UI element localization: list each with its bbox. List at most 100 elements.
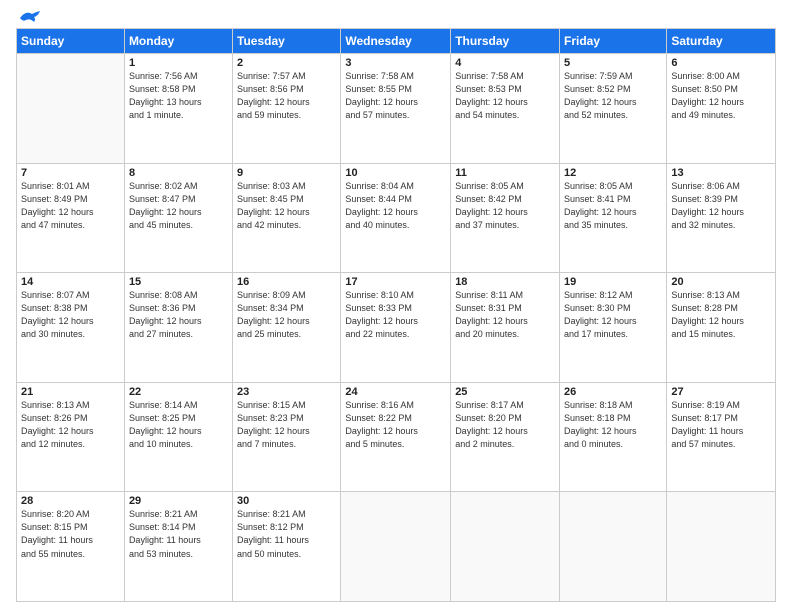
day-number: 18: [455, 276, 555, 288]
day-number: 3: [345, 57, 446, 69]
day-cell: 5Sunrise: 7:59 AM Sunset: 8:52 PM Daylig…: [560, 54, 667, 164]
day-info: Sunrise: 8:08 AM Sunset: 8:36 PM Dayligh…: [129, 289, 228, 341]
day-info: Sunrise: 8:01 AM Sunset: 8:49 PM Dayligh…: [21, 180, 120, 232]
day-cell: 2Sunrise: 7:57 AM Sunset: 8:56 PM Daylig…: [233, 54, 341, 164]
day-info: Sunrise: 8:06 AM Sunset: 8:39 PM Dayligh…: [671, 180, 771, 232]
day-cell: 16Sunrise: 8:09 AM Sunset: 8:34 PM Dayli…: [233, 273, 341, 383]
day-cell: 13Sunrise: 8:06 AM Sunset: 8:39 PM Dayli…: [667, 163, 776, 273]
day-info: Sunrise: 7:58 AM Sunset: 8:53 PM Dayligh…: [455, 70, 555, 122]
day-info: Sunrise: 8:13 AM Sunset: 8:28 PM Dayligh…: [671, 289, 771, 341]
day-cell: 11Sunrise: 8:05 AM Sunset: 8:42 PM Dayli…: [451, 163, 560, 273]
weekday-header-monday: Monday: [124, 29, 232, 54]
calendar-table: SundayMondayTuesdayWednesdayThursdayFrid…: [16, 28, 776, 602]
day-number: 22: [129, 386, 228, 398]
day-info: Sunrise: 7:59 AM Sunset: 8:52 PM Dayligh…: [564, 70, 662, 122]
day-cell: 10Sunrise: 8:04 AM Sunset: 8:44 PM Dayli…: [341, 163, 451, 273]
day-info: Sunrise: 8:05 AM Sunset: 8:41 PM Dayligh…: [564, 180, 662, 232]
logo: [16, 14, 40, 24]
title-area: [40, 10, 776, 12]
day-cell: [451, 492, 560, 602]
day-number: 1: [129, 57, 228, 69]
day-cell: 3Sunrise: 7:58 AM Sunset: 8:55 PM Daylig…: [341, 54, 451, 164]
day-info: Sunrise: 8:05 AM Sunset: 8:42 PM Dayligh…: [455, 180, 555, 232]
day-info: Sunrise: 8:10 AM Sunset: 8:33 PM Dayligh…: [345, 289, 446, 341]
day-number: 5: [564, 57, 662, 69]
day-cell: [341, 492, 451, 602]
day-info: Sunrise: 8:12 AM Sunset: 8:30 PM Dayligh…: [564, 289, 662, 341]
weekday-header-tuesday: Tuesday: [233, 29, 341, 54]
day-number: 13: [671, 167, 771, 179]
day-number: 30: [237, 495, 336, 507]
day-info: Sunrise: 8:13 AM Sunset: 8:26 PM Dayligh…: [21, 399, 120, 451]
day-info: Sunrise: 8:02 AM Sunset: 8:47 PM Dayligh…: [129, 180, 228, 232]
day-number: 21: [21, 386, 120, 398]
day-info: Sunrise: 8:19 AM Sunset: 8:17 PM Dayligh…: [671, 399, 771, 451]
day-cell: 21Sunrise: 8:13 AM Sunset: 8:26 PM Dayli…: [17, 382, 125, 492]
day-info: Sunrise: 8:21 AM Sunset: 8:12 PM Dayligh…: [237, 508, 336, 560]
day-cell: 22Sunrise: 8:14 AM Sunset: 8:25 PM Dayli…: [124, 382, 232, 492]
day-info: Sunrise: 8:07 AM Sunset: 8:38 PM Dayligh…: [21, 289, 120, 341]
week-row-1: 1Sunrise: 7:56 AM Sunset: 8:58 PM Daylig…: [17, 54, 776, 164]
day-cell: 8Sunrise: 8:02 AM Sunset: 8:47 PM Daylig…: [124, 163, 232, 273]
day-number: 23: [237, 386, 336, 398]
day-number: 27: [671, 386, 771, 398]
day-number: 14: [21, 276, 120, 288]
day-info: Sunrise: 8:09 AM Sunset: 8:34 PM Dayligh…: [237, 289, 336, 341]
page: SundayMondayTuesdayWednesdayThursdayFrid…: [0, 0, 792, 612]
header-area: [16, 10, 776, 24]
weekday-header-saturday: Saturday: [667, 29, 776, 54]
day-cell: 14Sunrise: 8:07 AM Sunset: 8:38 PM Dayli…: [17, 273, 125, 383]
day-cell: 26Sunrise: 8:18 AM Sunset: 8:18 PM Dayli…: [560, 382, 667, 492]
day-info: Sunrise: 8:11 AM Sunset: 8:31 PM Dayligh…: [455, 289, 555, 341]
day-number: 17: [345, 276, 446, 288]
day-info: Sunrise: 8:18 AM Sunset: 8:18 PM Dayligh…: [564, 399, 662, 451]
day-cell: 9Sunrise: 8:03 AM Sunset: 8:45 PM Daylig…: [233, 163, 341, 273]
day-info: Sunrise: 8:16 AM Sunset: 8:22 PM Dayligh…: [345, 399, 446, 451]
day-number: 16: [237, 276, 336, 288]
day-info: Sunrise: 8:15 AM Sunset: 8:23 PM Dayligh…: [237, 399, 336, 451]
day-number: 4: [455, 57, 555, 69]
day-info: Sunrise: 8:00 AM Sunset: 8:50 PM Dayligh…: [671, 70, 771, 122]
day-cell: 18Sunrise: 8:11 AM Sunset: 8:31 PM Dayli…: [451, 273, 560, 383]
day-info: Sunrise: 8:20 AM Sunset: 8:15 PM Dayligh…: [21, 508, 120, 560]
day-number: 6: [671, 57, 771, 69]
day-cell: 23Sunrise: 8:15 AM Sunset: 8:23 PM Dayli…: [233, 382, 341, 492]
day-cell: 28Sunrise: 8:20 AM Sunset: 8:15 PM Dayli…: [17, 492, 125, 602]
day-info: Sunrise: 7:56 AM Sunset: 8:58 PM Dayligh…: [129, 70, 228, 122]
week-row-5: 28Sunrise: 8:20 AM Sunset: 8:15 PM Dayli…: [17, 492, 776, 602]
day-info: Sunrise: 8:14 AM Sunset: 8:25 PM Dayligh…: [129, 399, 228, 451]
day-cell: 30Sunrise: 8:21 AM Sunset: 8:12 PM Dayli…: [233, 492, 341, 602]
day-cell: 27Sunrise: 8:19 AM Sunset: 8:17 PM Dayli…: [667, 382, 776, 492]
day-cell: 7Sunrise: 8:01 AM Sunset: 8:49 PM Daylig…: [17, 163, 125, 273]
day-info: Sunrise: 8:04 AM Sunset: 8:44 PM Dayligh…: [345, 180, 446, 232]
day-cell: 17Sunrise: 8:10 AM Sunset: 8:33 PM Dayli…: [341, 273, 451, 383]
day-number: 28: [21, 495, 120, 507]
day-info: Sunrise: 8:17 AM Sunset: 8:20 PM Dayligh…: [455, 399, 555, 451]
day-number: 7: [21, 167, 120, 179]
day-number: 15: [129, 276, 228, 288]
day-info: Sunrise: 7:57 AM Sunset: 8:56 PM Dayligh…: [237, 70, 336, 122]
day-cell: [17, 54, 125, 164]
day-cell: 20Sunrise: 8:13 AM Sunset: 8:28 PM Dayli…: [667, 273, 776, 383]
day-number: 20: [671, 276, 771, 288]
day-cell: 4Sunrise: 7:58 AM Sunset: 8:53 PM Daylig…: [451, 54, 560, 164]
weekday-header-sunday: Sunday: [17, 29, 125, 54]
day-info: Sunrise: 8:21 AM Sunset: 8:14 PM Dayligh…: [129, 508, 228, 560]
logo-bird-icon: [18, 10, 40, 26]
week-row-4: 21Sunrise: 8:13 AM Sunset: 8:26 PM Dayli…: [17, 382, 776, 492]
weekday-header-row: SundayMondayTuesdayWednesdayThursdayFrid…: [17, 29, 776, 54]
day-number: 2: [237, 57, 336, 69]
day-number: 29: [129, 495, 228, 507]
day-number: 25: [455, 386, 555, 398]
day-cell: 12Sunrise: 8:05 AM Sunset: 8:41 PM Dayli…: [560, 163, 667, 273]
day-cell: 6Sunrise: 8:00 AM Sunset: 8:50 PM Daylig…: [667, 54, 776, 164]
day-cell: 15Sunrise: 8:08 AM Sunset: 8:36 PM Dayli…: [124, 273, 232, 383]
day-info: Sunrise: 7:58 AM Sunset: 8:55 PM Dayligh…: [345, 70, 446, 122]
day-cell: 19Sunrise: 8:12 AM Sunset: 8:30 PM Dayli…: [560, 273, 667, 383]
day-number: 10: [345, 167, 446, 179]
week-row-2: 7Sunrise: 8:01 AM Sunset: 8:49 PM Daylig…: [17, 163, 776, 273]
weekday-header-thursday: Thursday: [451, 29, 560, 54]
day-cell: 29Sunrise: 8:21 AM Sunset: 8:14 PM Dayli…: [124, 492, 232, 602]
weekday-header-friday: Friday: [560, 29, 667, 54]
day-cell: [560, 492, 667, 602]
